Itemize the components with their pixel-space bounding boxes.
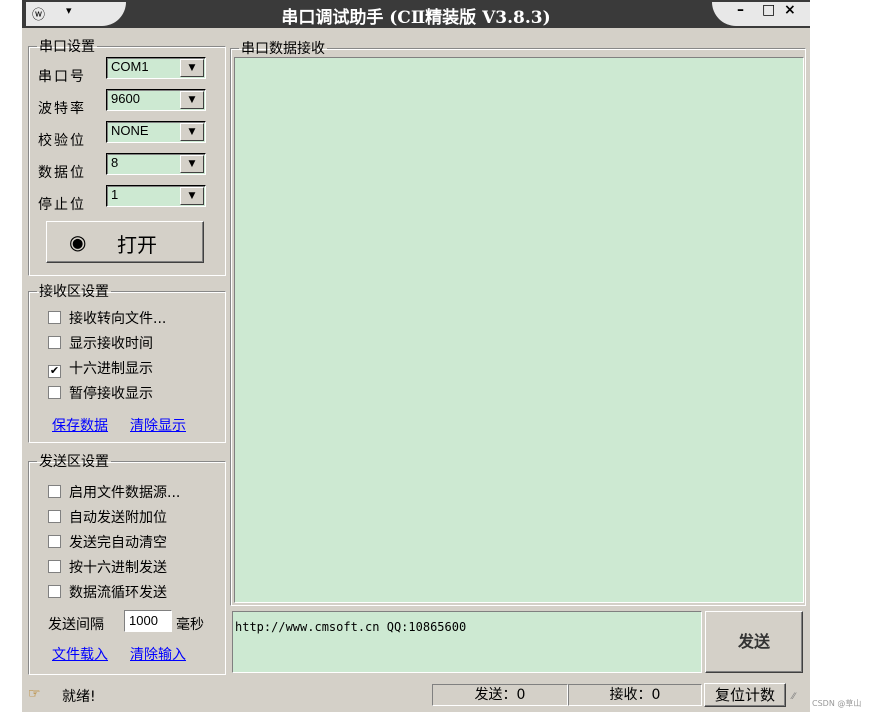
checkbox-label: 显示接收时间 bbox=[69, 336, 153, 352]
data-bits-value: 8 bbox=[111, 155, 119, 170]
receive-textarea[interactable] bbox=[234, 57, 804, 603]
receive-area-legend: 串口数据接收 bbox=[241, 41, 325, 57]
port-label: 串口号 bbox=[38, 69, 86, 85]
app-window: ⓦ ▾ 串口调试助手 (CⅡ精装版 V3.8.3) – □ × 串口设置 串口号… bbox=[22, 0, 810, 712]
checkbox-label: 自动发送附加位 bbox=[69, 510, 167, 526]
radio-dot-icon: ◉ bbox=[69, 230, 87, 254]
serial-settings-legend: 串口设置 bbox=[39, 39, 95, 55]
clear-input-link[interactable]: 清除输入 bbox=[130, 644, 186, 664]
checkbox-box[interactable] bbox=[48, 311, 61, 324]
chevron-down-icon[interactable]: ▼ bbox=[180, 155, 204, 173]
checkbox-label: 数据流循环发送 bbox=[69, 585, 167, 601]
checkbox-box[interactable] bbox=[48, 560, 61, 573]
title-bar: ⓦ ▾ 串口调试助手 (CⅡ精装版 V3.8.3) – □ × bbox=[22, 0, 810, 28]
maximize-icon[interactable]: □ bbox=[762, 2, 775, 18]
parity-value: NONE bbox=[111, 123, 149, 138]
send-text: http://www.cmsoft.cn QQ:10865600 bbox=[235, 620, 467, 634]
port-select[interactable]: COM1 ▼ bbox=[106, 57, 206, 79]
parity-select[interactable]: NONE ▼ bbox=[106, 121, 206, 143]
status-ready: 就绪! bbox=[62, 689, 96, 705]
checkbox-box[interactable] bbox=[48, 535, 61, 548]
send-interval-input[interactable]: 1000 bbox=[124, 610, 172, 632]
clear-display-link[interactable]: 清除显示 bbox=[130, 415, 186, 435]
sent-count: 发送：0 bbox=[432, 684, 568, 706]
checkbox-box[interactable] bbox=[48, 336, 61, 349]
baud-value: 9600 bbox=[111, 91, 140, 106]
chevron-down-icon[interactable]: ▼ bbox=[180, 123, 204, 141]
data-bits-select[interactable]: 8 ▼ bbox=[106, 153, 206, 175]
pause-receive-checkbox[interactable]: 暂停接收显示 bbox=[48, 383, 153, 403]
send-settings-legend: 发送区设置 bbox=[39, 454, 109, 470]
checkbox-label: 暂停接收显示 bbox=[69, 386, 153, 402]
close-icon[interactable]: × bbox=[784, 2, 796, 18]
resize-grip-icon[interactable]: ⁄⁄ bbox=[792, 692, 795, 702]
check-icon[interactable]: ✔ bbox=[48, 365, 61, 378]
checkbox-label: 十六进制显示 bbox=[69, 361, 153, 377]
receive-settings-legend: 接收区设置 bbox=[39, 284, 109, 300]
stop-bits-value: 1 bbox=[111, 187, 119, 202]
minimize-icon[interactable]: – bbox=[737, 2, 744, 18]
auto-clear-checkbox[interactable]: 发送完自动清空 bbox=[48, 532, 167, 552]
loop-send-checkbox[interactable]: 数据流循环发送 bbox=[48, 582, 167, 602]
send-interval-label: 发送间隔 bbox=[48, 617, 104, 633]
chevron-down-icon[interactable]: ▼ bbox=[180, 187, 204, 205]
received-count: 接收：0 bbox=[568, 684, 702, 706]
baud-label: 波特率 bbox=[38, 101, 86, 117]
auto-append-checkbox[interactable]: 自动发送附加位 bbox=[48, 507, 167, 527]
stop-bits-label: 停止位 bbox=[38, 197, 86, 213]
save-data-link[interactable]: 保存数据 bbox=[52, 415, 108, 435]
checkbox-label: 接收转向文件... bbox=[69, 311, 167, 327]
chevron-down-icon[interactable]: ▼ bbox=[180, 91, 204, 109]
pointing-hand-icon: ☞ bbox=[28, 686, 41, 702]
file-source-checkbox[interactable]: 启用文件数据源... bbox=[48, 482, 180, 502]
stop-bits-select[interactable]: 1 ▼ bbox=[106, 185, 206, 207]
checkbox-label: 按十六进制发送 bbox=[69, 560, 167, 576]
open-port-button[interactable]: ◉ 打开 bbox=[46, 221, 204, 263]
send-button[interactable]: 发送 bbox=[705, 611, 803, 673]
send-interval-value: 1000 bbox=[129, 613, 158, 628]
hex-send-checkbox[interactable]: 按十六进制发送 bbox=[48, 557, 167, 577]
show-receive-time-checkbox[interactable]: 显示接收时间 bbox=[48, 333, 153, 353]
receive-to-file-checkbox[interactable]: 接收转向文件... bbox=[48, 308, 166, 328]
checkbox-box[interactable] bbox=[48, 585, 61, 598]
checkbox-box[interactable] bbox=[48, 386, 61, 399]
load-file-link[interactable]: 文件载入 bbox=[52, 644, 108, 664]
hex-display-checkbox[interactable]: ✔ 十六进制显示 bbox=[48, 358, 153, 378]
data-bits-label: 数据位 bbox=[38, 165, 86, 181]
watermark: CSDN @草山 bbox=[812, 699, 862, 708]
baud-select[interactable]: 9600 ▼ bbox=[106, 89, 206, 111]
reset-count-button[interactable]: 复位计数 bbox=[704, 683, 786, 707]
checkbox-label: 启用文件数据源... bbox=[69, 485, 181, 501]
chevron-down-icon[interactable]: ▼ bbox=[180, 59, 204, 77]
window-title: 串口调试助手 (CⅡ精装版 V3.8.3) bbox=[281, 8, 551, 28]
checkbox-box[interactable] bbox=[48, 510, 61, 523]
send-textarea[interactable]: http://www.cmsoft.cn QQ:10865600 bbox=[232, 611, 702, 673]
open-port-label: 打开 bbox=[117, 233, 157, 257]
port-value: COM1 bbox=[111, 59, 149, 74]
checkbox-box[interactable] bbox=[48, 485, 61, 498]
send-interval-unit: 毫秒 bbox=[176, 617, 204, 633]
checkbox-label: 发送完自动清空 bbox=[69, 535, 167, 551]
parity-label: 校验位 bbox=[38, 133, 86, 149]
status-bar: ☞ 就绪! 发送：0 接收：0 复位计数 ⁄⁄ bbox=[22, 680, 810, 708]
